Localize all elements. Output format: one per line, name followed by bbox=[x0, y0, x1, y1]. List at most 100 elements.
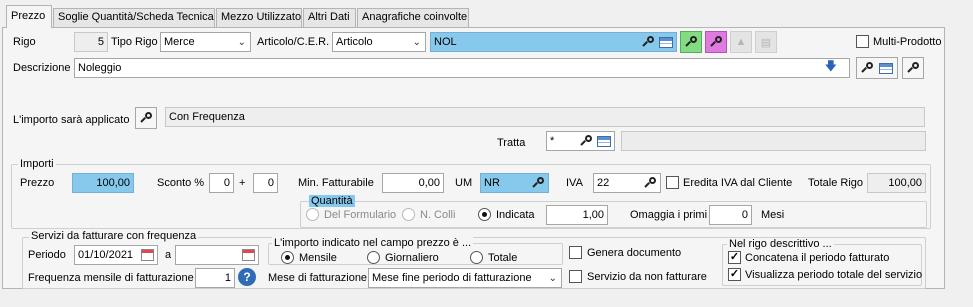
importo-applicato-search-button[interactable] bbox=[135, 107, 157, 129]
radio-totale[interactable] bbox=[470, 251, 483, 264]
descrizione-input[interactable]: Noleggio 🡇 bbox=[74, 58, 850, 78]
quantita-title: Quantità bbox=[309, 195, 355, 207]
tab-anagrafiche[interactable]: Anagrafiche coinvolte bbox=[357, 8, 469, 27]
tab-bar: Prezzo Soglie Quantità/Scheda Tecnica Me… bbox=[0, 0, 973, 28]
omaggia-label: Omaggia i primi bbox=[630, 209, 708, 221]
search-icon[interactable] bbox=[580, 135, 592, 147]
mesi-label: Mesi bbox=[761, 209, 785, 221]
rigo-descrittivo-title: Nel rigo descrittivo ... bbox=[727, 238, 834, 250]
tratta-value: * bbox=[550, 135, 555, 147]
concatena-label: Concatena il periodo fatturato bbox=[745, 252, 890, 264]
tipo-rigo-select[interactable]: Merce ⌄ bbox=[160, 32, 251, 52]
search-icon[interactable] bbox=[532, 177, 544, 189]
tab-prezzo[interactable]: Prezzo bbox=[6, 5, 52, 28]
totale-label: Totale bbox=[488, 252, 518, 264]
articolo-code-input[interactable]: NOL bbox=[430, 32, 677, 52]
descrizione-label: Descrizione bbox=[13, 62, 71, 74]
arrow-down-icon[interactable]: 🡇 bbox=[825, 59, 837, 73]
radio-formulario[interactable] bbox=[306, 208, 319, 221]
radio-indicata[interactable] bbox=[478, 208, 491, 221]
articolo-code-value: NOL bbox=[434, 36, 457, 48]
quantita-input[interactable]: 1,00 bbox=[546, 205, 608, 225]
servizio-non-fatturare-checkbox[interactable] bbox=[569, 270, 582, 283]
eredita-iva-checkbox[interactable] bbox=[666, 176, 679, 189]
help-icon[interactable]: ? bbox=[238, 268, 256, 286]
formulario-label: Del Formulario bbox=[324, 209, 397, 221]
genera-documento-checkbox[interactable] bbox=[569, 246, 582, 259]
omaggia-input[interactable]: 0 bbox=[709, 205, 752, 225]
importo-applicato-label: L'importo sarà applicato bbox=[13, 114, 130, 126]
frequenza-input[interactable]: 1 bbox=[195, 268, 235, 288]
prezzo-input[interactable]: 100,00 bbox=[72, 173, 134, 193]
periodo-a-label: a bbox=[165, 249, 172, 261]
articolo-type-value: Articolo bbox=[336, 36, 373, 48]
rigo-field: 5 bbox=[74, 32, 108, 52]
visualizza-checkbox[interactable]: ✓ bbox=[728, 268, 741, 281]
periodo-from-input[interactable]: 01/10/2021 bbox=[74, 245, 158, 265]
tab-soglie[interactable]: Soglie Quantità/Scheda Tecnica bbox=[53, 8, 215, 27]
iva-input[interactable]: 22 bbox=[593, 173, 661, 193]
periodo-to-input[interactable] bbox=[175, 245, 259, 265]
tool-disabled-button[interactable]: ▲ bbox=[730, 31, 752, 53]
search-green-button[interactable] bbox=[680, 31, 702, 53]
mese-fatturazione-select[interactable]: Mese fine periodo di fatturazione ⌄ bbox=[368, 268, 562, 288]
radio-ncolli[interactable] bbox=[402, 208, 415, 221]
rigo-label: Rigo bbox=[13, 36, 36, 48]
sconto2-input[interactable]: 0 bbox=[253, 173, 278, 193]
um-value: NR bbox=[484, 177, 500, 189]
calendar-icon[interactable] bbox=[141, 249, 154, 261]
tratta-label: Tratta bbox=[497, 137, 526, 149]
tipo-rigo-value: Merce bbox=[164, 36, 195, 48]
chevron-down-icon: ⌄ bbox=[237, 37, 246, 48]
importo-indicato-title: L'importo indicato nel campo prezzo è ..… bbox=[272, 237, 474, 249]
calendar-icon[interactable] bbox=[242, 249, 255, 261]
ncolli-label: N. Colli bbox=[420, 209, 456, 221]
descrizione-search-button[interactable] bbox=[856, 57, 898, 79]
search-icon bbox=[140, 112, 152, 124]
search-icon bbox=[710, 36, 722, 48]
table-icon[interactable] bbox=[659, 37, 673, 48]
radio-giornaliero[interactable] bbox=[367, 251, 380, 264]
periodo-label: Periodo bbox=[28, 249, 66, 261]
tratta-input[interactable]: * bbox=[546, 131, 615, 151]
descrizione-value: Noleggio bbox=[78, 62, 122, 74]
tab-mezzo[interactable]: Mezzo Utilizzato bbox=[216, 8, 302, 27]
tab-altri-dati[interactable]: Altri Dati bbox=[303, 8, 356, 27]
chevron-down-icon: ⌄ bbox=[548, 273, 557, 284]
servizi-title: Servizi da fatturare con frequenza bbox=[29, 230, 199, 242]
tratta-description-field bbox=[621, 131, 926, 151]
giornaliero-label: Giornaliero bbox=[385, 252, 439, 264]
multi-prodotto-label: Multi-Prodotto bbox=[873, 36, 942, 48]
visualizza-label: Visualizza periodo totale del servizio bbox=[745, 269, 923, 281]
tipo-rigo-label: Tipo Rigo bbox=[111, 36, 158, 48]
prezzo-label: Prezzo bbox=[20, 177, 55, 189]
articolo-type-select[interactable]: Articolo ⌄ bbox=[332, 32, 426, 52]
mese-fatturazione-value: Mese fine periodo di fatturazione bbox=[372, 272, 532, 284]
search-icon bbox=[907, 62, 919, 74]
um-label: UM bbox=[455, 177, 473, 189]
descrizione-search-button-2[interactable] bbox=[902, 57, 924, 79]
chevron-down-icon: ⌄ bbox=[412, 37, 421, 48]
flask-icon: ▲ bbox=[735, 36, 747, 48]
mensile-label: Mensile bbox=[299, 252, 337, 264]
document-icon: ▤ bbox=[760, 36, 772, 49]
iva-value: 22 bbox=[597, 177, 610, 189]
edit-disabled-button[interactable]: ▤ bbox=[755, 31, 777, 53]
importi-title: Importi bbox=[18, 158, 56, 170]
table-icon bbox=[879, 62, 893, 74]
search-icon[interactable] bbox=[642, 36, 654, 48]
radio-mensile[interactable] bbox=[281, 251, 294, 264]
sconto1-input[interactable]: 0 bbox=[209, 173, 234, 193]
eredita-iva-label: Eredita IVA dal Cliente bbox=[683, 177, 793, 189]
min-fatturabile-input[interactable]: 0,00 bbox=[382, 173, 444, 193]
concatena-checkbox[interactable]: ✓ bbox=[728, 251, 741, 264]
importo-applicato-field: Con Frequenza bbox=[165, 107, 925, 127]
sconto-plus: + bbox=[239, 177, 246, 189]
multi-prodotto-checkbox[interactable] bbox=[856, 35, 869, 48]
articolo-label: Articolo/C.E.R. bbox=[257, 36, 330, 48]
servizio-non-fatturare-label: Servizio da non fatturare bbox=[587, 271, 707, 283]
search-icon[interactable] bbox=[644, 177, 656, 189]
table-icon[interactable] bbox=[597, 136, 611, 147]
um-input[interactable]: NR bbox=[480, 173, 549, 193]
search-magenta-button[interactable] bbox=[705, 31, 727, 53]
